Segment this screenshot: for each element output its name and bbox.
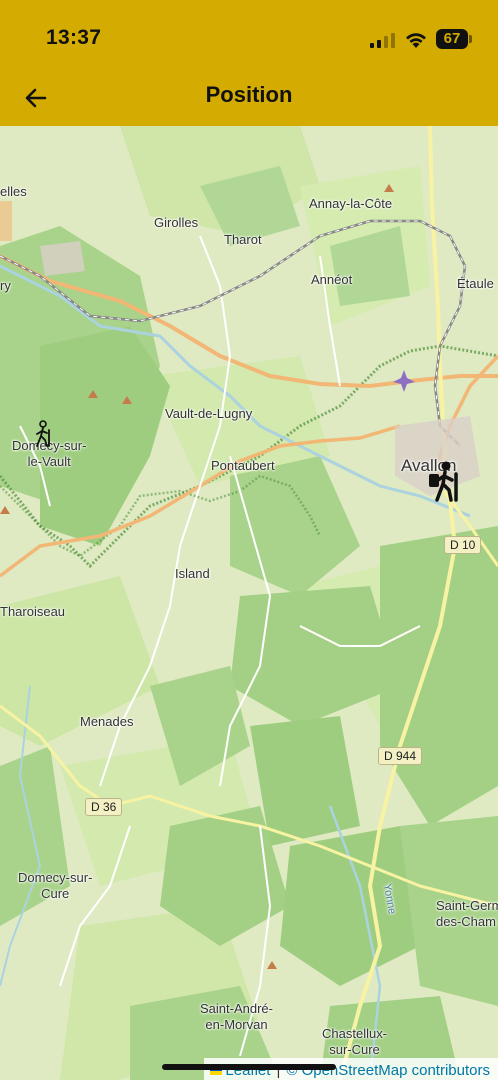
hiker-icon[interactable] [32, 420, 54, 448]
battery-level: 67 [436, 29, 468, 49]
wifi-icon [406, 33, 426, 48]
place-label: Girolles [154, 215, 199, 230]
place-label: Domecy-sur- Cure [18, 870, 93, 901]
page-title: Position [205, 82, 293, 107]
place-label: ry [0, 278, 11, 293]
home-indicator[interactable] [162, 1064, 336, 1070]
place-label: Island [175, 566, 210, 581]
road-shield-d36: D 36 [85, 798, 123, 816]
road-shield-d10: D 10 [444, 536, 482, 554]
place-label: Saint-André- en-Morvan [200, 1001, 273, 1032]
hiker-position-icon[interactable] [426, 460, 462, 502]
place-label: Pontaubert [211, 458, 275, 473]
place-label: Étaule [457, 276, 494, 291]
status-time: 13:37 [46, 26, 102, 49]
app-bar: Position [0, 70, 498, 126]
place-label: Saint-Germ des-Cham [436, 898, 498, 929]
place-label: elles [0, 184, 27, 199]
place-label: Annéot [311, 272, 353, 287]
map-view[interactable]: elles Girolles Annay-la-Côte Tharot ry A… [0, 126, 498, 1080]
battery-tip [469, 35, 472, 43]
map-tiles [0, 126, 498, 1080]
place-label: Annay-la-Côte [309, 196, 393, 211]
place-label: Tharot [224, 232, 262, 247]
place-label: Chastellux- sur-Cure [322, 1026, 388, 1057]
road-shield-d944: D 944 [378, 747, 423, 765]
place-label: Tharoiseau [0, 604, 66, 619]
battery-indicator: 67 [436, 29, 472, 49]
place-label: Menades [80, 714, 134, 729]
place-label: Vault-de-Lugny [165, 406, 253, 421]
status-bar: 13:37 67 [0, 0, 498, 70]
signal-icon [370, 33, 395, 48]
